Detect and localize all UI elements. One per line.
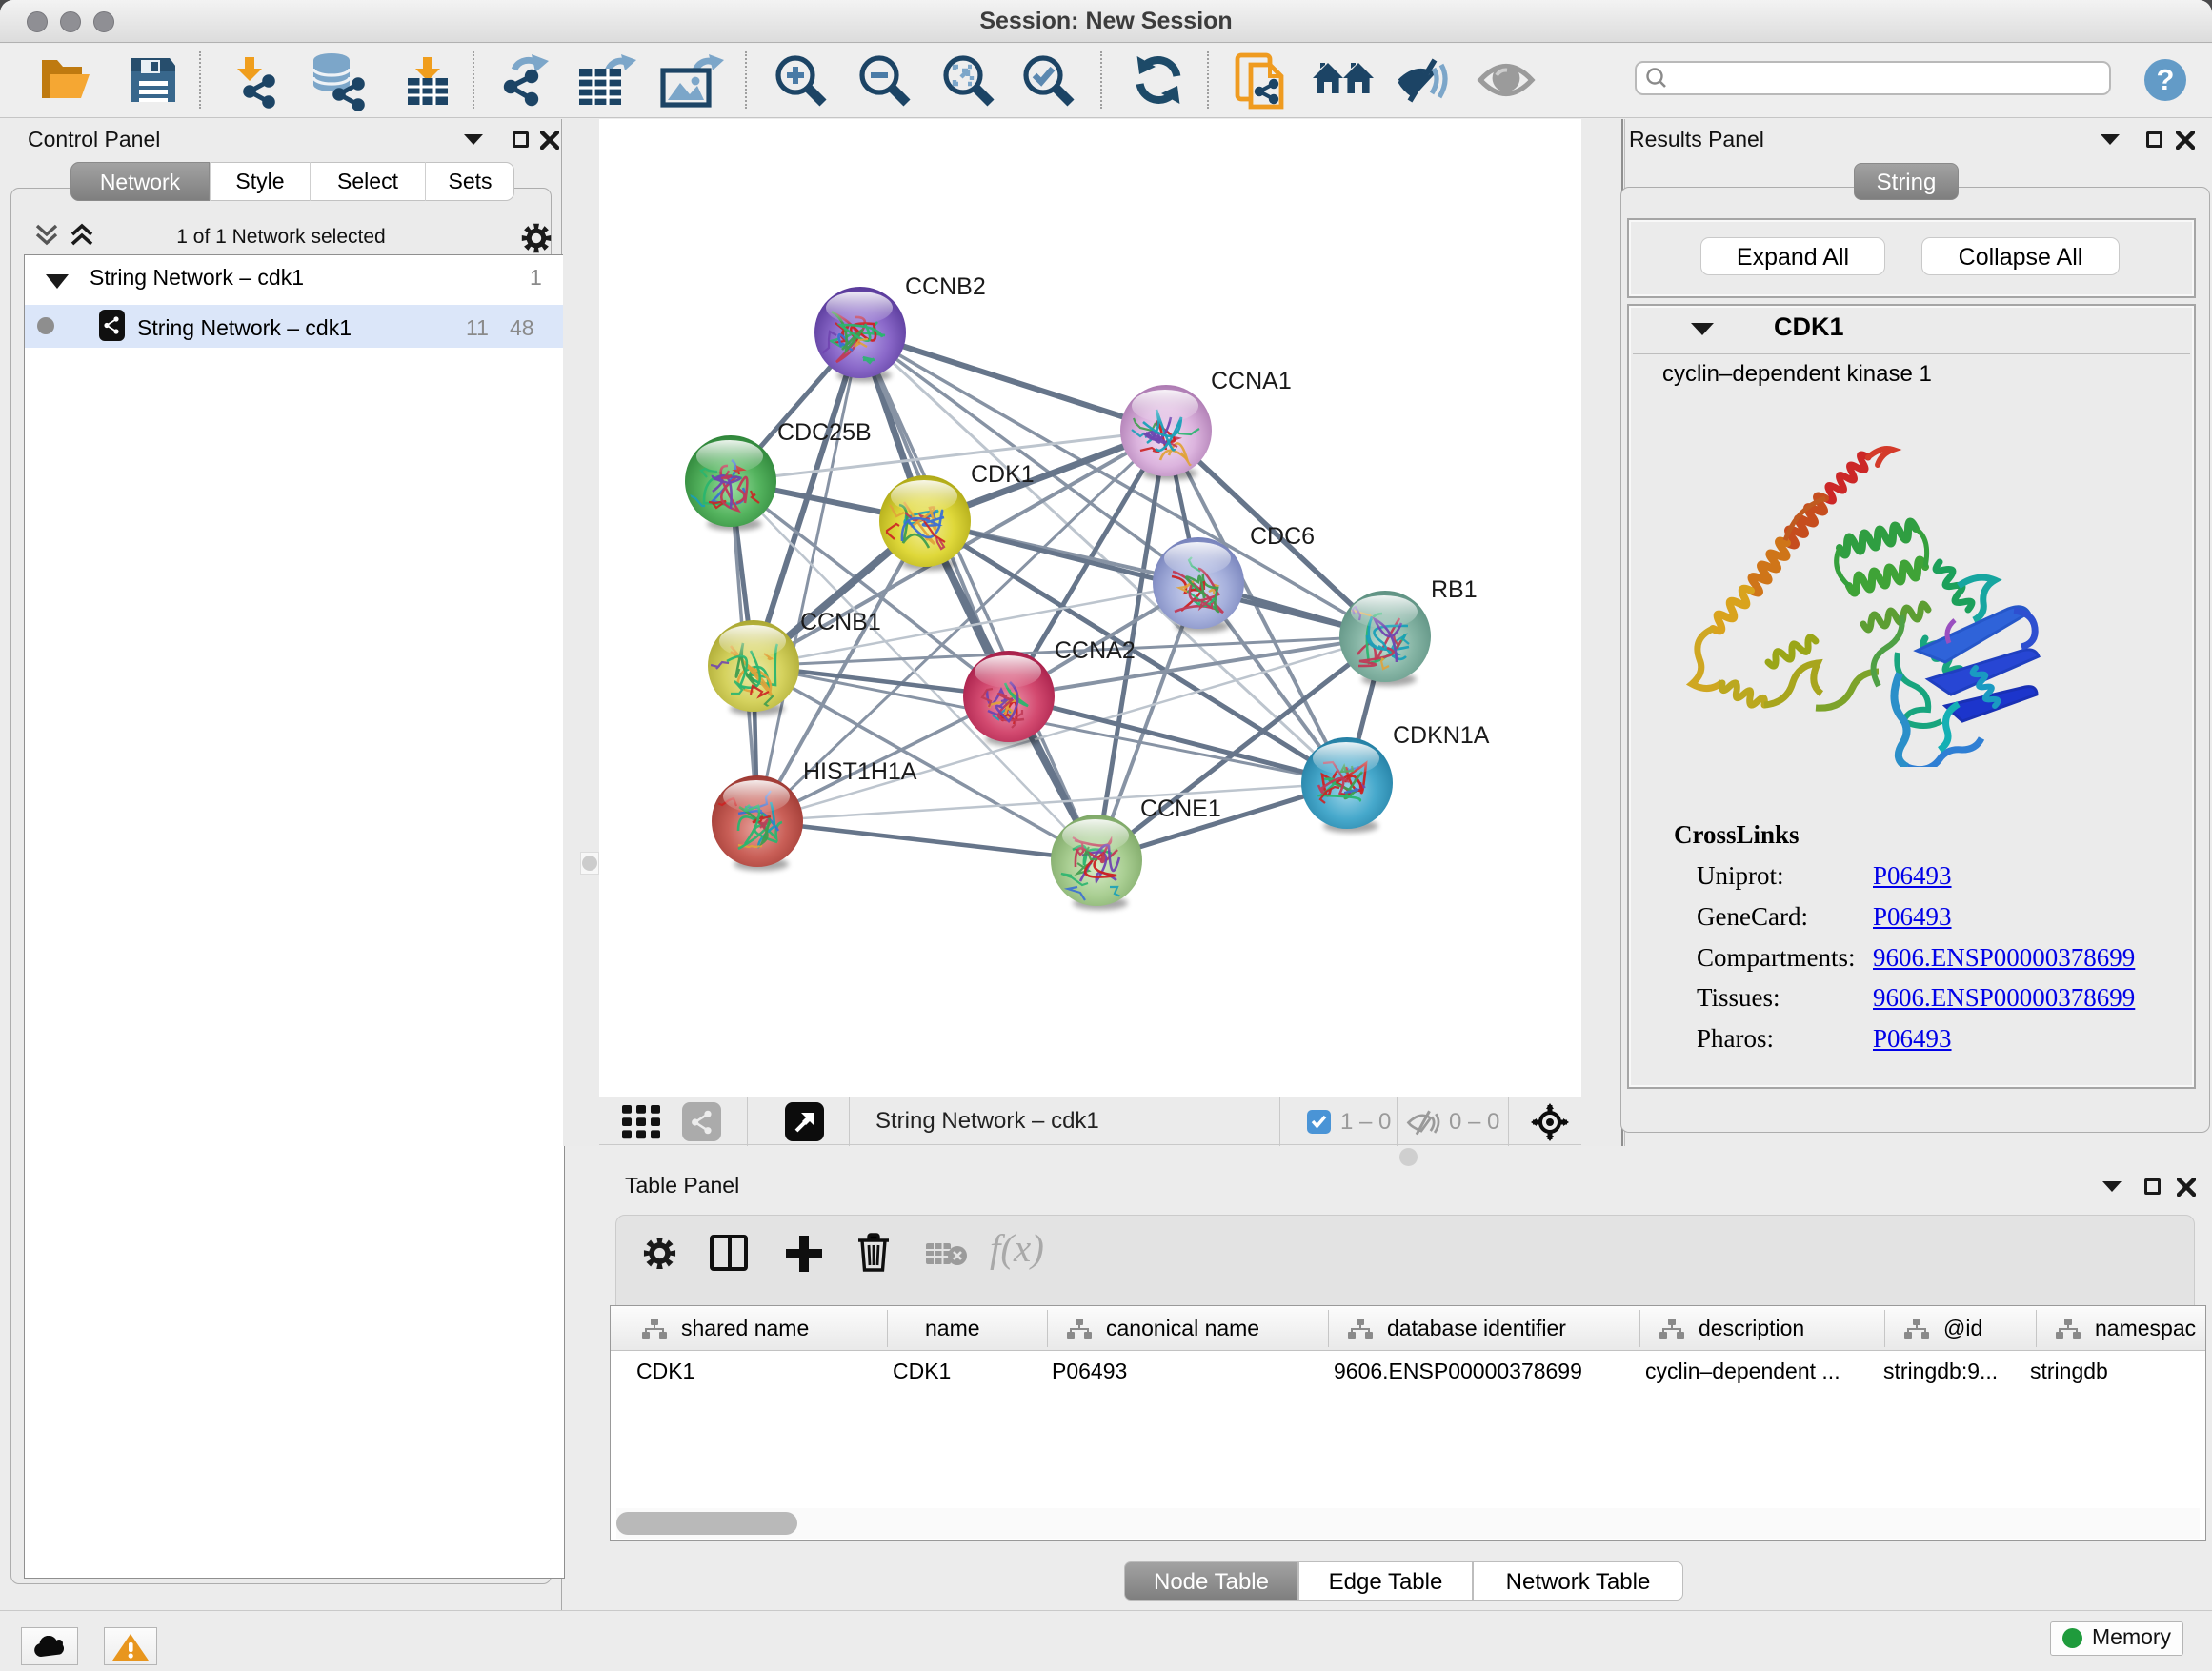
svg-text:CCNA1: CCNA1 (1211, 368, 1292, 394)
svg-text:CCNE1: CCNE1 (1140, 795, 1221, 822)
svg-text:CDK1: CDK1 (971, 461, 1035, 488)
svg-text:RB1: RB1 (1431, 576, 1478, 603)
svg-text:CDKN1A: CDKN1A (1393, 722, 1490, 749)
svg-text:CCNB1: CCNB1 (800, 609, 881, 635)
svg-text:CCNA2: CCNA2 (1055, 637, 1136, 664)
svg-text:CDC25B: CDC25B (777, 419, 872, 446)
svg-text:HIST1H1A: HIST1H1A (803, 758, 917, 785)
svg-text:CCNB2: CCNB2 (905, 273, 986, 300)
svg-text:CDC6: CDC6 (1250, 523, 1315, 550)
